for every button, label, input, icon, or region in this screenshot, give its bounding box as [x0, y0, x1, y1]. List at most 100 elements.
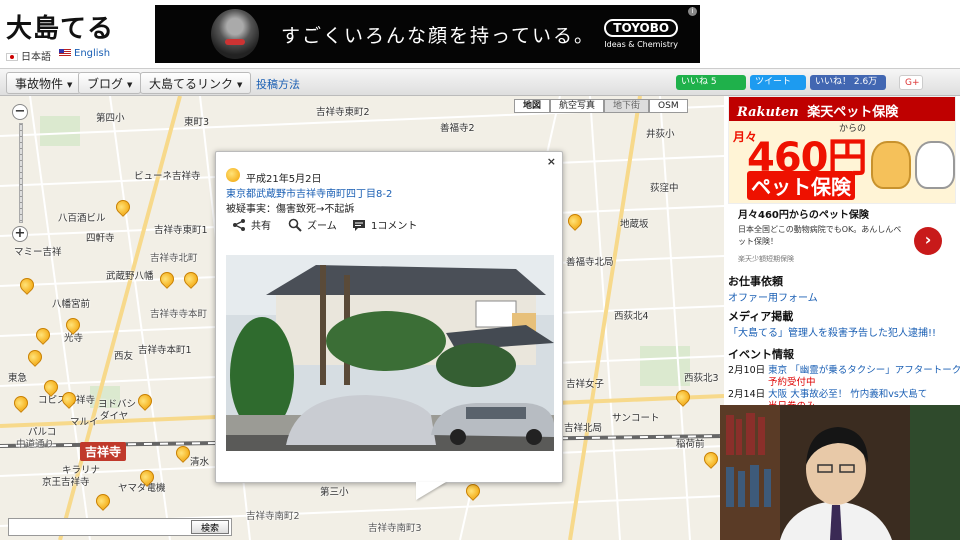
ad-source: 楽天少額短期保険 [738, 255, 794, 263]
comments-label: 1コメント [371, 221, 418, 232]
map-label: 善福寺北局 [566, 257, 614, 268]
ad-description: 日本全国どこの動物病院でもOK。あんしんペット保険！ [738, 225, 902, 246]
header: 大島てる 日本語 English すごくいろんな顔を持っている。 TOYOBO … [0, 0, 960, 68]
map-label: 京王吉祥寺 [42, 477, 90, 488]
lang-en-link[interactable]: English [59, 48, 110, 63]
map-label: 吉祥寺本町1 [138, 345, 192, 356]
maptype-satellite-button[interactable]: 航空写真 [550, 99, 605, 113]
ad-title[interactable]: 月々460円からのペット保険 [738, 206, 869, 221]
map-search-button[interactable]: 検索 [191, 520, 229, 534]
menu-label: 大島てるリンク [149, 77, 234, 91]
lang-ja-label: 日本語 [21, 52, 51, 63]
language-switcher: 日本語 English [6, 48, 110, 63]
map-label: 第三小 [320, 487, 349, 498]
line-like-label: いいね 5 [681, 77, 717, 87]
event-title: 「幽霊が乗るタクシー」アフタートーク [790, 365, 960, 376]
property-info-window: × 平成21年5月2日 東京都武蔵野市吉祥寺南町四丁目8-2 被疑事実：傷害致死… [215, 151, 563, 483]
chevron-right-icon[interactable]: › [914, 227, 942, 255]
job-heading: お仕事依頼 [728, 275, 783, 288]
magnifier-icon [288, 218, 302, 232]
house-photo-image [226, 255, 554, 451]
google-plus-label: G+ [905, 78, 920, 88]
post-method-link[interactable]: 投稿方法 [256, 76, 300, 92]
ad-monthly: 月々 [733, 130, 758, 144]
map-label: 吉祥女子 [566, 379, 605, 390]
map-label: 西友 [114, 351, 134, 362]
line-like-button[interactable]: いいね 5 [676, 75, 746, 90]
nav-bar: 事故物件 ▼ ブログ ▼ 大島てるリンク ▼ 投稿方法 いいね 5 ツイート いいね！… [0, 68, 960, 96]
rakuten-ad-body: 月々 460円 からの ペット保険 [729, 121, 955, 203]
map-search-input[interactable] [11, 520, 187, 534]
map-label: 善福寺2 [440, 123, 475, 134]
rakuten-logo: Rakuten [737, 105, 799, 120]
event-item[interactable]: 2月10日 東京 「幽霊が乗るタクシー」アフタートーク [728, 362, 960, 376]
facebook-like-button[interactable]: いいね！ 2.6万 [810, 75, 886, 90]
flame-icon [226, 168, 240, 182]
property-photo[interactable] [226, 255, 554, 451]
close-icon[interactable]: × [547, 155, 556, 168]
media-article-link[interactable]: 「大島てる」管理人を殺害予告した犯人逮捕!! [728, 324, 936, 339]
map-label: ダイヤ [100, 411, 129, 422]
maptype-osm-button[interactable]: OSM [649, 99, 688, 113]
ad-from: からの [839, 124, 867, 134]
map-label: 中道通り [16, 439, 55, 450]
map-label: マミー吉祥 [14, 247, 62, 258]
map-label: 吉祥寺南町3 [368, 523, 422, 534]
map-search: 検索 [8, 518, 232, 536]
menu-label: 事故物件 [15, 77, 64, 91]
maptype-map-button[interactable]: 地図 [514, 99, 551, 113]
station-label[interactable]: 吉祥寺 [80, 442, 127, 461]
share-icon [233, 218, 245, 231]
menu-jikobukken[interactable]: 事故物件 ▼ [6, 72, 82, 94]
banner-brand: TOYOBO Ideas & Chemistry [604, 19, 678, 49]
media-heading: メディア掲載 [728, 310, 794, 323]
caret-down-icon: ▼ [237, 80, 243, 89]
map-canvas[interactable]: 第四小 善福寺2 東町3 吉祥寺東町2 井荻小 荻窪中 ビューネ吉祥寺 八百酒ビ… [0, 96, 724, 540]
share-label: 共有 [251, 221, 271, 232]
menu-links[interactable]: 大島てるリンク ▼ [140, 72, 252, 94]
zoom-control: − + [12, 104, 30, 242]
map-label: 清水 [190, 457, 210, 468]
zoom-label: ズーム [307, 221, 337, 232]
map-label: 吉祥寺寺本町 [150, 309, 208, 320]
presenter-video-image [720, 405, 960, 540]
zoom-in-button[interactable]: + [12, 226, 28, 242]
tweet-button[interactable]: ツイート [750, 75, 806, 90]
map-label: 武蔵野八幡 [106, 271, 154, 282]
event-date: 2月14日 [728, 389, 766, 400]
adchoices-icon[interactable]: i [688, 7, 697, 16]
comments-button[interactable]: 1コメント [352, 217, 417, 232]
share-button[interactable]: 共有 [232, 217, 271, 232]
lang-ja-link[interactable]: 日本語 [6, 48, 51, 63]
rakuten-ad[interactable]: Rakuten 楽天ペット保険 月々 460円 からの ペット保険 [728, 96, 956, 204]
banner-brand-tagline: Ideas & Chemistry [604, 40, 678, 49]
zoom-button[interactable]: ズーム [288, 217, 337, 232]
incident-address-link[interactable]: 東京都武蔵野市吉祥寺南町四丁目8-2 [226, 185, 392, 200]
banner-brand-logo: TOYOBO [604, 19, 678, 37]
ad-pet-insurance: ペット保険 [747, 171, 855, 200]
site-logo[interactable]: 大島てる [6, 8, 114, 45]
menu-blog[interactable]: ブログ ▼ [78, 72, 142, 94]
maptype-underground-button[interactable]: 地下街 [604, 99, 650, 113]
zoom-out-button[interactable]: − [12, 104, 28, 120]
banner-ad[interactable]: すごくいろんな顔を持っている。 TOYOBO Ideas & Chemistry… [155, 5, 700, 63]
zoom-slider[interactable] [19, 123, 23, 223]
rakuten-ad-header: Rakuten 楽天ペット保険 [729, 97, 955, 121]
facebook-like-label: いいね！ 2.6万 [815, 77, 878, 87]
google-plus-button[interactable]: G+ [899, 75, 923, 90]
job-form-link[interactable]: オファー用フォーム [728, 289, 818, 304]
map-label: 吉祥寺東町2 [316, 107, 370, 118]
incident-date: 平成21年5月2日 [246, 174, 322, 185]
cat-mascot-image [871, 141, 911, 189]
banner-face-image [211, 9, 259, 59]
banner-copy: すごくいろんな顔を持っている。 [281, 25, 596, 47]
map-label: 地蔵坂 [620, 219, 649, 230]
map-label: 吉祥北局 [564, 423, 603, 434]
event-item[interactable]: 2月14日 大阪 大事故必至！ 竹内義和vs大島て [728, 386, 927, 400]
map-label: 東急 [8, 373, 28, 384]
webcam-overlay [720, 405, 960, 540]
map-label: 西荻北4 [614, 311, 649, 322]
map-label: 東町3 [184, 117, 210, 128]
comment-icon [353, 219, 365, 231]
map-label: 八百酒ビル [58, 213, 106, 224]
